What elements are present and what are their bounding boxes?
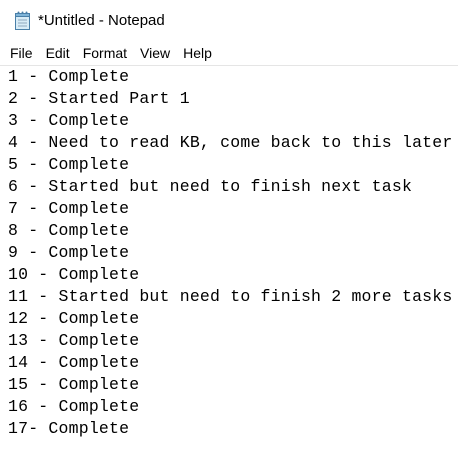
editor-line: 9 - Complete: [8, 243, 130, 262]
editor-line: 16 - Complete: [8, 397, 140, 416]
menu-edit[interactable]: Edit: [39, 42, 76, 65]
editor-line: 1 - Complete: [8, 67, 130, 86]
menu-view[interactable]: View: [133, 42, 176, 65]
editor-lines: 1 - Complete 2 - Started Part 1 3 - Comp…: [8, 66, 452, 440]
notepad-icon: [15, 11, 30, 30]
editor-line: 7 - Complete: [8, 199, 130, 218]
editor-line: 11 - Started but need to finish 2 more t…: [8, 287, 453, 306]
editor-line: 6 - Started but need to finish next task: [8, 177, 413, 196]
title-bar[interactable]: *Untitled - Notepad: [0, 0, 458, 42]
editor-line: 17- Complete: [8, 419, 130, 438]
text-editor[interactable]: 1 - Complete 2 - Started Part 1 3 - Comp…: [0, 66, 458, 449]
menu-file[interactable]: File: [3, 42, 39, 65]
editor-line: 14 - Complete: [8, 353, 140, 372]
editor-line: 5 - Complete: [8, 155, 130, 174]
editor-line: 4 - Need to read KB, come back to this l…: [8, 133, 453, 152]
editor-line: 3 - Complete: [8, 111, 130, 130]
editor-line: 10 - Complete: [8, 265, 140, 284]
menu-help[interactable]: Help: [176, 42, 218, 65]
editor-line: 2 - Started Part 1: [8, 89, 190, 108]
editor-line: 15 - Complete: [8, 375, 140, 394]
notepad-window: *Untitled - Notepad File Edit Format Vie…: [0, 0, 458, 449]
menu-format[interactable]: Format: [76, 42, 133, 65]
editor-line: 13 - Complete: [8, 331, 140, 350]
editor-line: 8 - Complete: [8, 221, 130, 240]
editor-line: 12 - Complete: [8, 309, 140, 328]
window-title: *Untitled - Notepad: [38, 12, 165, 29]
menu-bar: File Edit Format View Help: [0, 42, 458, 65]
